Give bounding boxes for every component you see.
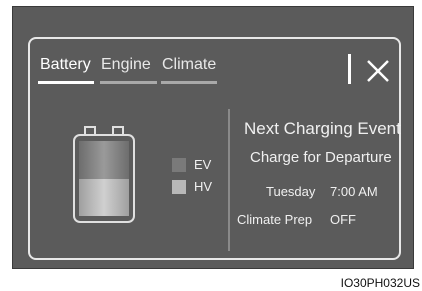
charge-for-departure-label: Charge for Departure [250,149,392,166]
close-icon [367,60,389,82]
departure-time: 7:00 AM [330,184,378,199]
tab-climate-indicator [161,81,217,84]
legend-hv: HV [172,179,212,194]
battery-icon [71,123,137,225]
tab-engine[interactable]: Engine [101,56,151,74]
tab-battery-indicator [38,81,94,84]
climate-prep-value: OFF [330,212,356,227]
tab-engine-indicator [100,81,157,84]
legend-hv-label: HV [194,179,213,194]
legend-ev: EV [172,157,211,172]
content-divider [228,109,230,251]
ev-swatch [172,157,186,172]
departure-day: Tuesday [266,184,316,199]
legend-ev-label: EV [194,157,212,172]
close-button[interactable] [362,53,394,85]
next-charging-title: Next Charging Event [244,119,401,138]
tab-battery[interactable]: Battery [40,56,91,74]
battery-hv-level [79,179,129,216]
figure-code: IO30PH032US [340,276,420,290]
climate-prep-label: Climate Prep [237,212,313,227]
battery-info-panel: Battery Engine Climate EV HV Next Chargi… [28,37,401,260]
header-divider [348,54,351,84]
display-screen: Battery Engine Climate EV HV Next Chargi… [12,6,414,269]
battery-ev-level [79,141,129,179]
tab-climate[interactable]: Climate [162,56,216,74]
hv-swatch [172,179,186,194]
